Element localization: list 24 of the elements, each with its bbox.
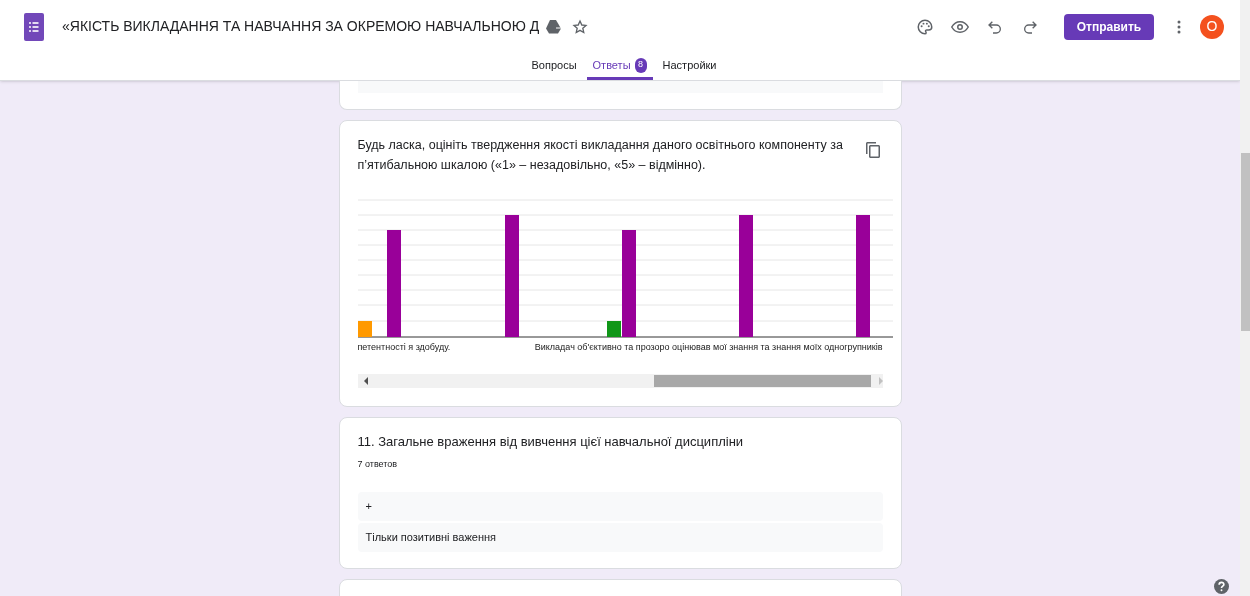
axis-label: Викладач об'єктивно та прозоро оцінював мої знання та знання моїх одногрупників — [534, 341, 883, 355]
answer-row: + — [357, 491, 883, 521]
scrollbar-thumb[interactable] — [653, 375, 871, 387]
more-vertical-icon[interactable] — [1177, 19, 1181, 34]
question-title: 11. Загальне враження від вивчення цієї навчальної дисципліни — [357, 433, 745, 451]
answer-row: Тільки позитивні важення — [357, 522, 883, 552]
forms-logo-icon[interactable] — [24, 12, 44, 41]
tab[interactable]: Вопросы — [525, 53, 583, 80]
star-icon[interactable] — [572, 18, 589, 35]
send-button[interactable]: Отправить — [1064, 13, 1154, 40]
question-text: Будь ласка, оцініть твердження якості викладання даного освітнього компоненту за п’ятибальною шкалою («1» – незадовільно, «5» – відмінно). — [357, 137, 844, 174]
horizontal-scrollbar[interactable] — [357, 374, 883, 388]
scrollbar-thumb[interactable] — [1241, 153, 1250, 331]
scroll-left-icon[interactable] — [363, 377, 368, 385]
count-badge: 8 — [634, 57, 647, 73]
palette-icon[interactable] — [916, 17, 934, 36]
help-icon[interactable] — [1214, 579, 1229, 594]
tab[interactable]: Настройки — [656, 53, 723, 80]
copy-icon[interactable] — [864, 141, 881, 159]
form-title[interactable]: «ЯКІСТЬ ВИКЛАДАННЯ ТА НАВЧАННЯ ЗА ОКРЕМОЮ НАВЧАЛЬНОЮ Д — [62, 16, 540, 37]
vertical-scrollbar[interactable] — [1240, 0, 1250, 596]
axis-label: петентності я здобуду. — [357, 341, 452, 355]
response-count: 7 ответов — [357, 458, 399, 471]
chart-bar — [357, 321, 372, 337]
